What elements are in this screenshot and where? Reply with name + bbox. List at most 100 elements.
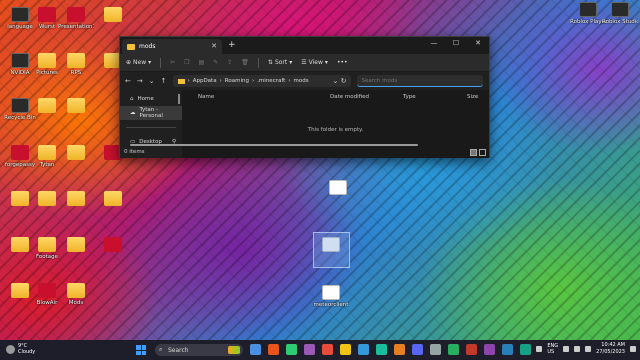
app-icon [38, 283, 56, 298]
wifi-icon[interactable] [563, 346, 570, 352]
taskbar-app-icon[interactable] [394, 344, 405, 355]
desktop-icon-label: Footage [35, 254, 59, 260]
language-indicator[interactable]: ENG US [547, 343, 558, 355]
share-button[interactable]: ⇪ [227, 59, 232, 66]
column-name[interactable]: Name [198, 94, 214, 100]
volume-icon[interactable] [574, 346, 581, 352]
clock[interactable]: 10:42 AM 27/05/2023 [596, 342, 625, 356]
desktop-icon-left-13[interactable] [58, 145, 94, 162]
breadcrumb-sep: › [187, 78, 190, 84]
view-button[interactable]: ☰ View ▾ [301, 59, 328, 66]
desktop-icon-left-21[interactable] [58, 237, 94, 254]
taskbar-app-icon[interactable] [412, 344, 423, 355]
taskbar-app-icon[interactable] [484, 344, 495, 355]
nav-item-home[interactable]: ⌂ Home [120, 92, 182, 106]
taskbar-app-icon[interactable] [376, 344, 387, 355]
desktop-icon-left-6[interactable]: RPS [58, 53, 94, 76]
start-button[interactable] [136, 345, 146, 355]
recent-button[interactable]: ⌄ [149, 77, 155, 85]
rename-button[interactable]: ✎ [213, 59, 218, 66]
taskbar-app-icon[interactable] [322, 344, 333, 355]
nav-scrollbar[interactable] [178, 94, 180, 104]
up-button[interactable]: ↑ [161, 77, 167, 85]
command-bar: ⊕ New ▾ ✂ ❐ ▤ ✎ ⇪ 🗑 ⇅ Sort ▾ ☰ View ▾ ••• [120, 54, 489, 72]
delete-button[interactable]: 🗑 [241, 59, 249, 66]
taskbar-app-icon[interactable] [448, 344, 459, 355]
taskbar-app-icon[interactable] [430, 344, 441, 355]
minimize-button[interactable]: — [423, 37, 445, 49]
desktop-icon-center-0[interactable] [320, 180, 356, 197]
notification-icon[interactable] [630, 346, 636, 352]
breadcrumb-roaming[interactable]: Roaming [225, 78, 249, 84]
status-bar: 0 items [120, 147, 489, 157]
folder-icon [11, 283, 29, 298]
app-icon [11, 98, 29, 113]
paste-button[interactable]: ▤ [199, 59, 205, 66]
taskbar-app-icon[interactable] [358, 344, 369, 355]
column-date-modified[interactable]: Date modified [330, 94, 369, 100]
refresh-icon[interactable]: ⌄ ↻ [333, 77, 347, 85]
folder-icon [177, 78, 185, 84]
column-type[interactable]: Type [403, 94, 416, 100]
new-tab-button[interactable]: + [228, 40, 236, 50]
breadcrumb-mods[interactable]: mods [294, 78, 309, 84]
cloud-icon: ☁ [130, 110, 136, 116]
close-button[interactable]: ✕ [467, 37, 489, 49]
desktop-icon-right-1[interactable]: Roblox Studio [602, 2, 638, 25]
bing-icon [228, 346, 240, 354]
desktop-icon-left-3[interactable] [95, 7, 131, 24]
horizontal-scrollbar[interactable] [130, 144, 418, 146]
desktop-icon-left-22[interactable] [95, 237, 131, 254]
java-file-icon [329, 180, 347, 195]
chevron-up-icon[interactable] [536, 346, 543, 352]
desktop-icon-left-25[interactable]: Mods [58, 283, 94, 306]
copy-button[interactable]: ❐ [184, 59, 189, 66]
app-icon [104, 237, 122, 252]
desktop-icon-label: Roblox Player [570, 19, 606, 25]
taskbar-app-icon[interactable] [268, 344, 279, 355]
forward-button[interactable]: → [137, 77, 143, 85]
search-box[interactable] [356, 75, 483, 87]
desktop-icon-left-2[interactable]: Presentation1 [58, 7, 94, 30]
address-bar[interactable]: › AppData › Roaming › .minecraft › mods … [172, 75, 351, 87]
desktop-icon-right-0[interactable]: Roblox Player [570, 2, 606, 25]
folder-icon [67, 98, 85, 113]
desktop-icon-left-10[interactable] [58, 98, 94, 115]
taskbar-app-icon[interactable] [466, 344, 477, 355]
taskbar: 9°C Cloudy ⌕ Search ENG US 10:42 AM 27/0… [0, 340, 640, 360]
sort-button[interactable]: ⇅ Sort ▾ [268, 59, 292, 66]
weather-widget[interactable]: 9°C Cloudy [6, 343, 35, 355]
taskbar-app-icon[interactable] [250, 344, 261, 355]
search-input[interactable] [361, 77, 483, 84]
cut-button[interactable]: ✂ [170, 59, 175, 66]
breadcrumb-minecraft[interactable]: .minecraft [257, 78, 285, 84]
column-size[interactable]: Size [467, 94, 478, 100]
nav-item-onedrive[interactable]: ☁ Tytan - Personal [120, 106, 182, 120]
tab-mods[interactable]: mods ✕ [122, 39, 222, 54]
desktop-icon-label: Tytan [39, 162, 55, 168]
desktop-icon-left-17[interactable] [58, 191, 94, 208]
folder-icon [11, 237, 29, 252]
taskbar-app-icon[interactable] [286, 344, 297, 355]
taskbar-app-icon[interactable] [520, 344, 531, 355]
tiles-view-button[interactable] [479, 149, 486, 156]
taskbar-app-icon[interactable] [340, 344, 351, 355]
java-file-icon [322, 285, 340, 300]
maximize-button[interactable]: ☐ [445, 37, 467, 49]
taskbar-app-icon[interactable] [304, 344, 315, 355]
new-button[interactable]: ⊕ New ▾ [126, 59, 151, 66]
taskbar-app-icon[interactable] [502, 344, 513, 355]
battery-icon[interactable] [585, 346, 592, 352]
desktop-icon-label: meteorclient [313, 302, 349, 308]
close-tab-icon[interactable]: ✕ [211, 42, 217, 50]
back-button[interactable]: ← [125, 77, 131, 85]
taskbar-search[interactable]: ⌕ Search [155, 344, 243, 356]
details-view-button[interactable] [470, 149, 477, 156]
file-explorer-window: mods ✕ + — ☐ ✕ ⊕ New ▾ ✂ ❐ ▤ ✎ ⇪ 🗑 ⇅ Sort … [119, 36, 490, 158]
folder-icon [67, 191, 85, 206]
more-options-button[interactable]: ••• [337, 59, 348, 66]
address-bar-row: ← → ⌄ ↑ › AppData › Roaming › .minecraft… [120, 72, 489, 90]
breadcrumb-appdata[interactable]: AppData [193, 78, 217, 84]
desktop-icon-center-2[interactable]: meteorclient [313, 285, 349, 308]
desktop-icon-left-18[interactable] [95, 191, 131, 208]
